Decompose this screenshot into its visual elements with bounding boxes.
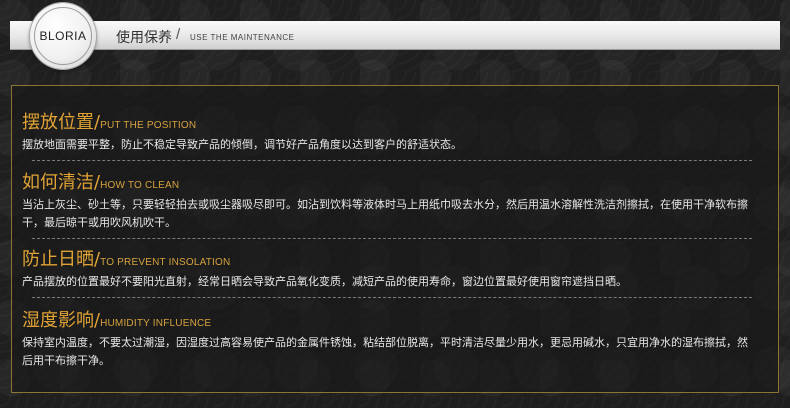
section-title-cn: 如何清洁/	[22, 172, 101, 193]
title-separator: /	[176, 26, 181, 43]
section-title-en: TO PREVENT INSOLATION	[100, 257, 231, 268]
section-body: 产品摆放的位置最好不要阳光直射，经常日晒会导致产品氧化变质，减短产品的使用寿命，…	[22, 275, 627, 288]
section-divider	[32, 297, 752, 298]
section-title-cn: 防止日晒/	[22, 249, 101, 270]
section-humidity: 湿度影响/HUMIDITY INFLUENCE 保持室内温度，不要太过潮湿，因湿…	[22, 306, 752, 370]
section-title: 防止日晒/TO PREVENT INSOLATION	[22, 245, 752, 271]
section-position: 摆放位置/PUT THE POSITION 摆放地面需要平整，防止不稳定导致产品…	[22, 108, 752, 154]
page-title: 使用保养	[116, 30, 172, 46]
section-title: 如何清洁/HOW TO CLEAN	[22, 168, 752, 194]
section-title: 湿度影响/HUMIDITY INFLUENCE	[22, 306, 752, 332]
section-title-en: HUMIDITY INFLUENCE	[100, 318, 212, 329]
brand-logo: BLORIA	[30, 3, 96, 69]
section-divider	[32, 238, 752, 239]
page-subtitle: USE THE MAINTENANCE	[190, 33, 295, 42]
section-body: 保持室内温度，不要太过潮湿，因湿度过高容易使产品的金属件锈蚀，粘结部位脱离，平时…	[22, 336, 748, 367]
section-title: 摆放位置/PUT THE POSITION	[22, 108, 752, 134]
section-divider	[32, 160, 752, 161]
section-clean: 如何清洁/HOW TO CLEAN 当沾上灰尘、砂土等，只要轻轻拍去或吸尘器吸尽…	[22, 168, 752, 232]
logo-text: BLORIA	[39, 29, 87, 43]
section-insolation: 防止日晒/TO PREVENT INSOLATION 产品摆放的位置最好不要阳光…	[22, 245, 752, 291]
section-body: 摆放地面需要平整，防止不稳定导致产品的倾倒，调节好产品角度以达到客户的舒适状态。	[22, 138, 462, 151]
section-title-en: HOW TO CLEAN	[100, 180, 180, 191]
section-title-en: PUT THE POSITION	[100, 120, 197, 131]
section-body: 当沾上灰尘、砂土等，只要轻轻拍去或吸尘器吸尽即可。如沾到饮料等液体时马上用纸巾吸…	[22, 198, 748, 229]
section-title-cn: 湿度影响/	[22, 310, 101, 331]
section-title-cn: 摆放位置/	[22, 112, 101, 133]
